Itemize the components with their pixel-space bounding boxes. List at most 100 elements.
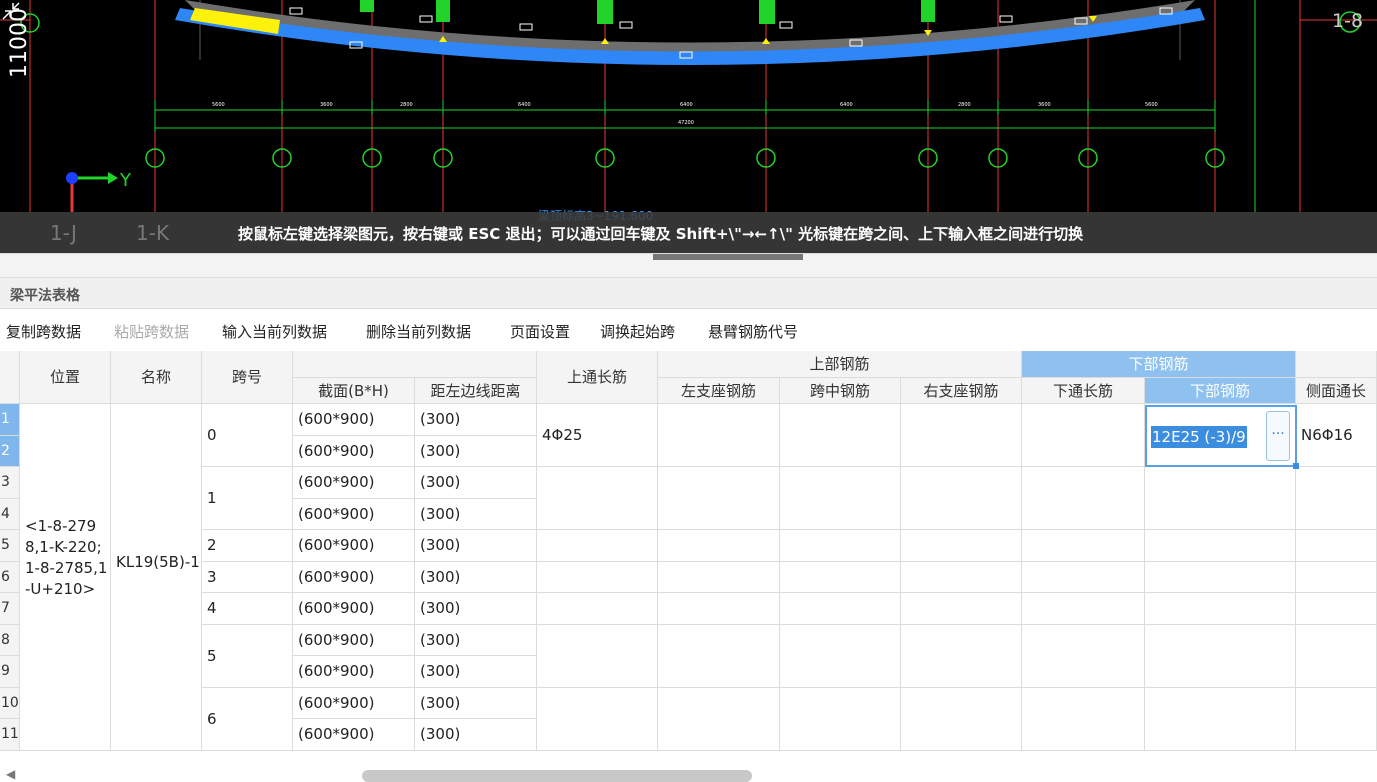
section-cell[interactable]: (600*900) xyxy=(293,467,415,499)
rebar-cell[interactable] xyxy=(901,687,1022,751)
rebar-cell[interactable] xyxy=(780,561,901,593)
delete-column-data-button[interactable]: 删除当前列数据 xyxy=(366,321,471,342)
row-number[interactable]: 6 xyxy=(0,561,20,593)
dist-left-cell[interactable]: (300) xyxy=(415,719,537,751)
bottom-rebar-cell[interactable] xyxy=(1145,624,1296,688)
header-span-no[interactable]: 跨号 xyxy=(202,351,293,404)
rebar-cell[interactable] xyxy=(1022,687,1145,751)
header-right-support[interactable]: 右支座钢筋 xyxy=(901,378,1022,404)
rebar-cell[interactable] xyxy=(901,404,1022,467)
section-cell[interactable]: (600*900) xyxy=(293,530,415,562)
rebar-cell[interactable] xyxy=(780,404,901,467)
dist-left-cell[interactable]: (300) xyxy=(415,498,537,530)
row-number[interactable]: 2 xyxy=(0,435,20,467)
span-number-cell[interactable]: 6 xyxy=(202,687,293,751)
row-number[interactable]: 11 xyxy=(0,719,20,751)
fill-handle[interactable] xyxy=(1293,463,1299,469)
rebar-cell[interactable] xyxy=(780,467,901,530)
row-number[interactable]: 5 xyxy=(0,530,20,562)
rebar-cell[interactable] xyxy=(1022,624,1145,688)
input-column-data-button[interactable]: 输入当前列数据 xyxy=(222,321,327,342)
rebar-cell[interactable] xyxy=(658,624,780,688)
bottom-rebar-input-value[interactable]: 12E25 (-3)/9 xyxy=(1151,426,1247,448)
rebar-cell[interactable] xyxy=(901,624,1022,688)
dist-left-cell[interactable]: (300) xyxy=(415,561,537,593)
header-name[interactable]: 名称 xyxy=(111,351,202,404)
rebar-cell[interactable] xyxy=(780,530,901,562)
dist-left-cell[interactable]: (300) xyxy=(415,467,537,499)
bottom-rebar-cell[interactable] xyxy=(1145,593,1296,625)
top-through-cell[interactable] xyxy=(537,593,658,625)
name-cell[interactable]: KL19(5B)-1 xyxy=(111,404,202,751)
splitter-grip[interactable] xyxy=(653,254,803,260)
dist-left-cell[interactable]: (300) xyxy=(415,435,537,467)
page-setup-button[interactable]: 页面设置 xyxy=(510,321,570,342)
header-bottom-rebar[interactable]: 下部钢筋 xyxy=(1145,378,1296,404)
section-cell[interactable]: (600*900) xyxy=(293,719,415,751)
rebar-cell[interactable] xyxy=(780,593,901,625)
row-number[interactable]: 4 xyxy=(0,498,20,530)
bottom-rebar-cell[interactable] xyxy=(1145,687,1296,751)
span-number-cell[interactable]: 4 xyxy=(202,593,293,625)
section-cell[interactable]: (600*900) xyxy=(293,435,415,467)
bottom-rebar-cell[interactable] xyxy=(1145,530,1296,562)
rebar-cell[interactable] xyxy=(1022,561,1145,593)
section-cell[interactable]: (600*900) xyxy=(293,404,415,436)
rebar-cell[interactable] xyxy=(658,561,780,593)
side-through-cell[interactable] xyxy=(1296,561,1377,593)
row-number[interactable]: 7 xyxy=(0,593,20,625)
cad-drawing-canvas[interactable]: 5600 3600 2800 6400 6400 6400 2800 3600 5600 4… xyxy=(0,0,1377,253)
dist-left-cell[interactable]: (300) xyxy=(415,687,537,719)
section-cell[interactable]: (600*900) xyxy=(293,593,415,625)
top-through-cell[interactable] xyxy=(537,467,658,530)
rebar-cell[interactable] xyxy=(658,404,780,467)
row-number[interactable]: 9 xyxy=(0,656,20,688)
panel-splitter[interactable] xyxy=(0,253,1377,277)
header-dist-left[interactable]: 距左边线距离 xyxy=(415,378,537,404)
scrollbar-thumb[interactable] xyxy=(362,770,752,782)
side-through-cell[interactable]: N6Φ16 xyxy=(1296,404,1377,467)
span-number-cell[interactable]: 5 xyxy=(202,624,293,688)
section-cell[interactable]: (600*900) xyxy=(293,687,415,719)
top-through-cell[interactable] xyxy=(537,687,658,751)
side-through-cell[interactable] xyxy=(1296,593,1377,625)
header-left-support[interactable]: 左支座钢筋 xyxy=(658,378,780,404)
side-through-cell[interactable] xyxy=(1296,624,1377,688)
rebar-cell[interactable] xyxy=(901,593,1022,625)
swap-start-span-button[interactable]: 调换起始跨 xyxy=(600,321,675,342)
rebar-cell[interactable] xyxy=(901,561,1022,593)
side-through-cell[interactable] xyxy=(1296,467,1377,530)
rebar-cell[interactable] xyxy=(1022,530,1145,562)
rebar-cell[interactable] xyxy=(780,687,901,751)
bottom-rebar-cell[interactable] xyxy=(1145,561,1296,593)
rebar-cell[interactable] xyxy=(658,467,780,530)
rebar-cell[interactable] xyxy=(658,530,780,562)
copy-span-data-button[interactable]: 复制跨数据 xyxy=(6,321,81,342)
header-section[interactable]: 截面(B*H) xyxy=(293,378,415,404)
span-number-cell[interactable]: 0 xyxy=(202,404,293,467)
header-side-through[interactable]: 侧面通长 xyxy=(1296,378,1377,404)
cantilever-rebar-code-button[interactable]: 悬臂钢筋代号 xyxy=(708,321,798,342)
dist-left-cell[interactable]: (300) xyxy=(415,530,537,562)
side-through-cell[interactable] xyxy=(1296,687,1377,751)
paste-span-data-button[interactable]: 粘贴跨数据 xyxy=(114,321,189,342)
rebar-cell[interactable] xyxy=(1022,593,1145,625)
top-through-cell[interactable] xyxy=(537,530,658,562)
rebar-cell[interactable] xyxy=(780,624,901,688)
position-cell[interactable]: <1-8-2798,1-K-220;1-8-2785,1-U+210> xyxy=(20,404,111,751)
dist-left-cell[interactable]: (300) xyxy=(415,656,537,688)
dist-left-cell[interactable]: (300) xyxy=(415,404,537,436)
bottom-rebar-cell[interactable] xyxy=(1145,467,1296,530)
section-cell[interactable]: (600*900) xyxy=(293,624,415,656)
header-top-through[interactable]: 上通长筋 xyxy=(537,351,658,404)
row-number[interactable]: 1 xyxy=(0,404,20,436)
span-number-cell[interactable]: 2 xyxy=(202,530,293,562)
span-number-cell[interactable]: 1 xyxy=(202,467,293,530)
span-number-cell[interactable]: 3 xyxy=(202,561,293,593)
rebar-cell[interactable] xyxy=(901,467,1022,530)
rebar-cell[interactable] xyxy=(658,593,780,625)
row-number[interactable]: 8 xyxy=(0,624,20,656)
top-through-cell[interactable] xyxy=(537,561,658,593)
section-cell[interactable]: (600*900) xyxy=(293,561,415,593)
section-cell[interactable]: (600*900) xyxy=(293,498,415,530)
